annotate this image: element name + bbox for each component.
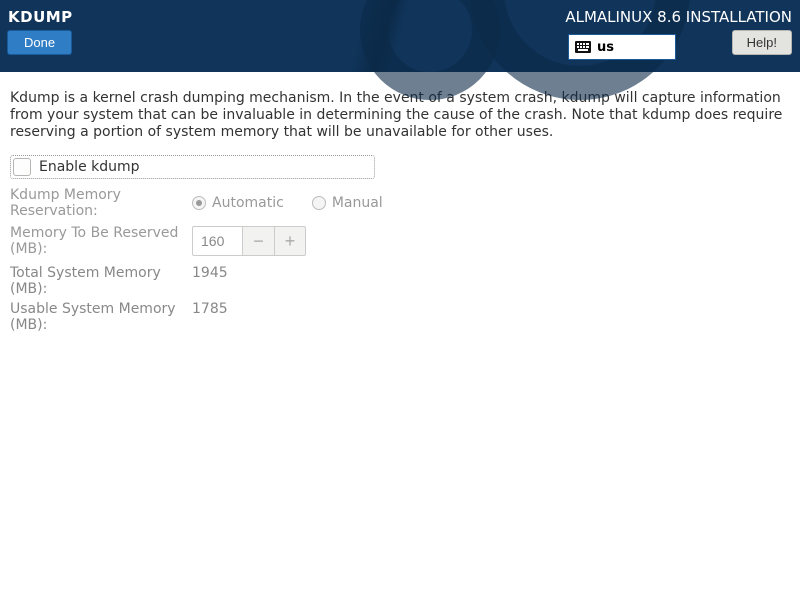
memory-to-reserve-label: Memory To Be Reserved (MB): <box>10 225 192 257</box>
done-button[interactable]: Done <box>7 30 72 55</box>
memory-decrement-button[interactable]: − <box>242 226 274 256</box>
enable-kdump-checkbox[interactable] <box>13 158 31 176</box>
keyboard-icon <box>575 41 591 53</box>
kdump-description: Kdump is a kernel crash dumping mechanis… <box>10 90 790 141</box>
keyboard-layout-label: us <box>597 40 614 55</box>
help-button[interactable]: Help! <box>732 30 792 55</box>
usable-memory-label: Usable System Memory (MB): <box>10 301 192 333</box>
reservation-automatic-label: Automatic <box>212 195 284 211</box>
usable-memory-row: Usable System Memory (MB): 1785 <box>10 301 790 333</box>
memory-to-reserve-row: Memory To Be Reserved (MB): − + <box>10 225 790 257</box>
reservation-label: Kdump Memory Reservation: <box>10 187 192 219</box>
content-area: Kdump is a kernel crash dumping mechanis… <box>0 72 800 343</box>
total-memory-row: Total System Memory (MB): 1945 <box>10 265 790 297</box>
reservation-manual-label: Manual <box>332 195 383 211</box>
total-memory-label: Total System Memory (MB): <box>10 265 192 297</box>
keyboard-layout-selector[interactable]: us <box>568 34 676 60</box>
total-memory-value: 1945 <box>192 265 228 297</box>
reservation-radio-group: Automatic Manual <box>192 195 383 211</box>
page-title: KDUMP <box>8 8 73 26</box>
installer-header: KDUMP ALMALINUX 8.6 INSTALLATION Done us… <box>0 0 800 72</box>
enable-kdump-control[interactable]: Enable kdump <box>10 155 375 179</box>
reservation-row: Kdump Memory Reservation: Automatic Manu… <box>10 187 790 219</box>
installer-subtitle: ALMALINUX 8.6 INSTALLATION <box>565 8 792 26</box>
memory-increment-button[interactable]: + <box>274 226 306 256</box>
enable-kdump-label: Enable kdump <box>39 159 140 175</box>
radio-icon <box>192 196 206 210</box>
reservation-automatic-option[interactable]: Automatic <box>192 195 284 211</box>
usable-memory-value: 1785 <box>192 301 228 333</box>
memory-to-reserve-input[interactable] <box>192 226 242 256</box>
reservation-manual-option[interactable]: Manual <box>312 195 383 211</box>
radio-icon <box>312 196 326 210</box>
